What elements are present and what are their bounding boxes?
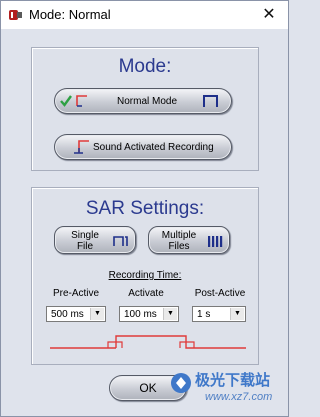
window-title: Mode: Normal — [29, 7, 111, 22]
post-active-label: Post-Active — [194, 288, 246, 299]
title-bar: Mode: Normal ✕ — [1, 1, 288, 29]
dropdown-arrow-icon: ▼ — [90, 308, 104, 320]
dropdown-arrow-icon: ▼ — [230, 308, 244, 320]
dropdown-arrow-icon: ▼ — [163, 308, 177, 320]
mode-dialog: Mode: Normal ✕ Mode: Normal Mode Sound A… — [0, 0, 289, 417]
single-file-label: Single File — [71, 230, 99, 252]
timing-diagram — [50, 335, 246, 349]
post-active-select[interactable]: 1 s ▼ — [192, 306, 246, 322]
multiple-files-button[interactable]: Multiple Files — [148, 226, 230, 254]
sar-settings-panel: SAR Settings: Single File Multiple Files… — [31, 187, 259, 365]
mode-panel: Mode: Normal Mode Sound Activated Record… — [31, 47, 259, 171]
activate-value: 100 ms — [124, 309, 157, 320]
checkmark-icon — [60, 95, 72, 107]
normal-signal-icon — [76, 95, 87, 107]
mode-panel-title: Mode: — [118, 56, 172, 77]
pre-active-select[interactable]: 500 ms ▼ — [46, 306, 106, 322]
watermark-url: www.xz7.com — [205, 391, 273, 403]
single-file-icon — [113, 236, 128, 246]
multiple-files-label: Multiple Files — [161, 230, 197, 252]
square-wave-icon — [203, 95, 218, 107]
app-icon — [9, 10, 22, 20]
post-active-value: 1 s — [197, 309, 211, 320]
pre-active-value: 500 ms — [51, 309, 84, 320]
close-icon: ✕ — [262, 6, 276, 23]
sar-signal-icon — [74, 140, 89, 154]
multiple-files-icon — [208, 236, 223, 247]
sar-label: Sound Activated Recording — [93, 142, 214, 153]
normal-mode-button[interactable]: Normal Mode — [54, 88, 232, 114]
watermark-name: 极光下载站 — [195, 372, 271, 389]
close-button[interactable]: ✕ — [257, 4, 281, 26]
sound-activated-recording-button[interactable]: Sound Activated Recording — [54, 134, 232, 160]
activate-label: Activate — [128, 288, 164, 299]
pre-active-label: Pre-Active — [52, 288, 100, 299]
sar-settings-title: SAR Settings: — [85, 198, 205, 219]
normal-mode-label: Normal Mode — [117, 96, 178, 107]
activate-select[interactable]: 100 ms ▼ — [119, 306, 179, 322]
single-file-button[interactable]: Single File — [54, 226, 136, 254]
ok-button[interactable]: OK — [109, 375, 187, 401]
recording-time-label: Recording Time: — [108, 270, 182, 281]
